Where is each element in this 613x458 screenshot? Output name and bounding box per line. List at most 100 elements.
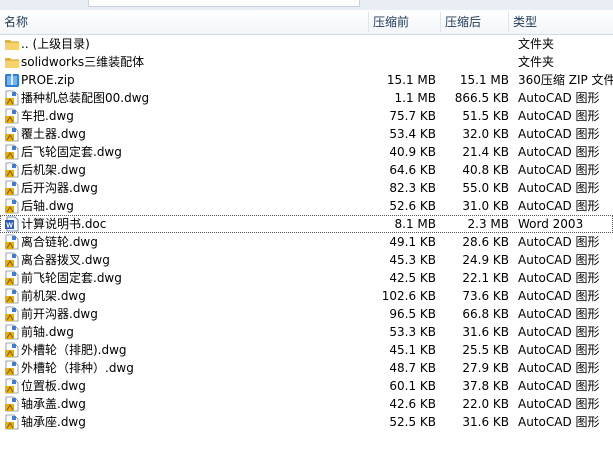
file-row[interactable]: 前开沟器.dwg 96.5 KB 66.8 KB AutoCAD 图形: [0, 305, 613, 323]
size-after: 31.6 KB: [462, 415, 509, 429]
file-type: AutoCAD 图形: [518, 163, 600, 177]
file-type: 文件夹: [518, 55, 555, 69]
size-before: 8.1 MB: [394, 217, 436, 231]
file-name: 后开沟器.dwg: [21, 181, 98, 195]
file-type: AutoCAD 图形: [518, 235, 600, 249]
file-row[interactable]: 后轴.dwg 52.6 KB 31.0 KB AutoCAD 图形: [0, 197, 613, 215]
file-name: 计算说明书.doc: [21, 217, 107, 231]
file-name: 覆土器.dwg: [21, 127, 86, 141]
file-row[interactable]: 外槽轮（排种）.dwg 48.7 KB 27.9 KB AutoCAD 图形: [0, 359, 613, 377]
dwg-icon: [4, 414, 20, 430]
size-before: 40.9 KB: [389, 145, 436, 159]
file-type: AutoCAD 图形: [518, 307, 600, 321]
file-row[interactable]: 后开沟器.dwg 82.3 KB 55.0 KB AutoCAD 图形: [0, 179, 613, 197]
file-type: AutoCAD 图形: [518, 397, 600, 411]
file-row[interactable]: 前飞轮固定套.dwg 42.5 KB 22.1 KB AutoCAD 图形: [0, 269, 613, 287]
column-header: 名称 压缩前 压缩后 类型: [0, 10, 613, 35]
file-type: AutoCAD 图形: [518, 181, 600, 195]
column-divider[interactable]: [440, 12, 441, 32]
file-row[interactable]: 车把.dwg 75.7 KB 51.5 KB AutoCAD 图形: [0, 107, 613, 125]
size-after: 22.1 KB: [462, 271, 509, 285]
file-type: Word 2003: [518, 217, 584, 231]
file-name: 后飞轮固定套.dwg: [21, 145, 122, 159]
size-after: 51.5 KB: [462, 109, 509, 123]
size-before: 53.3 KB: [389, 325, 436, 339]
file-row[interactable]: 离合链轮.dwg 49.1 KB 28.6 KB AutoCAD 图形: [0, 233, 613, 251]
size-before: 102.6 KB: [381, 289, 436, 303]
size-before: 48.7 KB: [389, 361, 436, 375]
file-row[interactable]: 外槽轮（排肥).dwg 45.1 KB 25.5 KB AutoCAD 图形: [0, 341, 613, 359]
column-size-before[interactable]: 压缩前: [373, 10, 409, 34]
file-name: 后轴.dwg: [21, 199, 74, 213]
file-name: 后机架.dwg: [21, 163, 86, 177]
dwg-icon: [4, 396, 20, 412]
file-name: 离合器拨叉.dwg: [21, 253, 110, 267]
file-name: 前轴.dwg: [21, 325, 74, 339]
file-row[interactable]: 离合器拨叉.dwg 45.3 KB 24.9 KB AutoCAD 图形: [0, 251, 613, 269]
size-after: 22.0 KB: [462, 397, 509, 411]
file-row[interactable]: 前轴.dwg 53.3 KB 31.6 KB AutoCAD 图形: [0, 323, 613, 341]
file-name: 前飞轮固定套.dwg: [21, 271, 122, 285]
file-row[interactable]: 后飞轮固定套.dwg 40.9 KB 21.4 KB AutoCAD 图形: [0, 143, 613, 161]
file-row[interactable]: 轴承座.dwg 52.5 KB 31.6 KB AutoCAD 图形: [0, 413, 613, 431]
dwg-icon: [4, 342, 20, 358]
file-name: 播种机总装配图00.dwg: [21, 91, 150, 105]
size-after: 2.3 MB: [467, 217, 509, 231]
file-row[interactable]: 位置板.dwg 60.1 KB 37.8 KB AutoCAD 图形: [0, 377, 613, 395]
size-before: 45.1 KB: [389, 343, 436, 357]
file-type: AutoCAD 图形: [518, 91, 600, 105]
column-size-after[interactable]: 压缩后: [445, 10, 481, 34]
size-before: 45.3 KB: [389, 253, 436, 267]
file-row[interactable]: .. (上级目录) 文件夹: [0, 35, 613, 53]
file-type: AutoCAD 图形: [518, 253, 600, 267]
dwg-icon: [4, 90, 20, 106]
file-row[interactable]: 覆土器.dwg 53.4 KB 32.0 KB AutoCAD 图形: [0, 125, 613, 143]
file-type: 360压缩 ZIP 文件: [518, 73, 613, 87]
size-before: 53.4 KB: [389, 127, 436, 141]
file-row[interactable]: 播种机总装配图00.dwg 1.1 MB 866.5 KB AutoCAD 图形: [0, 89, 613, 107]
size-after: 27.9 KB: [462, 361, 509, 375]
column-name[interactable]: 名称: [4, 10, 28, 34]
file-name: 轴承座.dwg: [21, 415, 86, 429]
file-name: solidworks三维装配体: [21, 55, 145, 69]
address-bar[interactable]: [88, 0, 360, 7]
size-before: 60.1 KB: [389, 379, 436, 393]
column-type[interactable]: 类型: [513, 10, 537, 34]
file-row[interactable]: solidworks三维装配体 文件夹: [0, 53, 613, 71]
file-type: AutoCAD 图形: [518, 379, 600, 393]
size-after: 25.5 KB: [462, 343, 509, 357]
file-name: 前开沟器.dwg: [21, 307, 98, 321]
dwg-icon: [4, 126, 20, 142]
file-row[interactable]: W 计算说明书.doc 8.1 MB 2.3 MB Word 2003: [0, 215, 613, 233]
size-after: 15.1 MB: [459, 73, 509, 87]
toolbar-strip: [0, 0, 613, 10]
dwg-icon: [4, 306, 20, 322]
dwg-icon: [4, 288, 20, 304]
dwg-icon: [4, 324, 20, 340]
folder-icon: [4, 54, 20, 70]
dwg-icon: [4, 360, 20, 376]
file-row[interactable]: PROE.zip 15.1 MB 15.1 MB 360压缩 ZIP 文件: [0, 71, 613, 89]
file-type: AutoCAD 图形: [518, 271, 600, 285]
file-row[interactable]: 轴承盖.dwg 42.6 KB 22.0 KB AutoCAD 图形: [0, 395, 613, 413]
file-list: .. (上级目录) 文件夹 solidworks三维装配体 文件夹 PROE.zip 15…: [0, 35, 613, 431]
dwg-icon: [4, 108, 20, 124]
size-after: 55.0 KB: [462, 181, 509, 195]
size-after: 31.0 KB: [462, 199, 509, 213]
size-before: 49.1 KB: [389, 235, 436, 249]
dwg-icon: [4, 198, 20, 214]
file-name: 离合链轮.dwg: [21, 235, 98, 249]
file-row[interactable]: 后机架.dwg 64.6 KB 40.8 KB AutoCAD 图形: [0, 161, 613, 179]
dwg-icon: [4, 252, 20, 268]
file-name: 前机架.dwg: [21, 289, 86, 303]
file-row[interactable]: 前机架.dwg 102.6 KB 73.6 KB AutoCAD 图形: [0, 287, 613, 305]
size-after: 31.6 KB: [462, 325, 509, 339]
column-divider[interactable]: [368, 12, 369, 32]
dwg-icon: [4, 144, 20, 160]
dwg-icon: [4, 180, 20, 196]
size-before: 42.6 KB: [389, 397, 436, 411]
column-divider[interactable]: [508, 12, 509, 32]
word-icon: W: [4, 216, 20, 232]
file-type: AutoCAD 图形: [518, 199, 600, 213]
size-before: 42.5 KB: [389, 271, 436, 285]
